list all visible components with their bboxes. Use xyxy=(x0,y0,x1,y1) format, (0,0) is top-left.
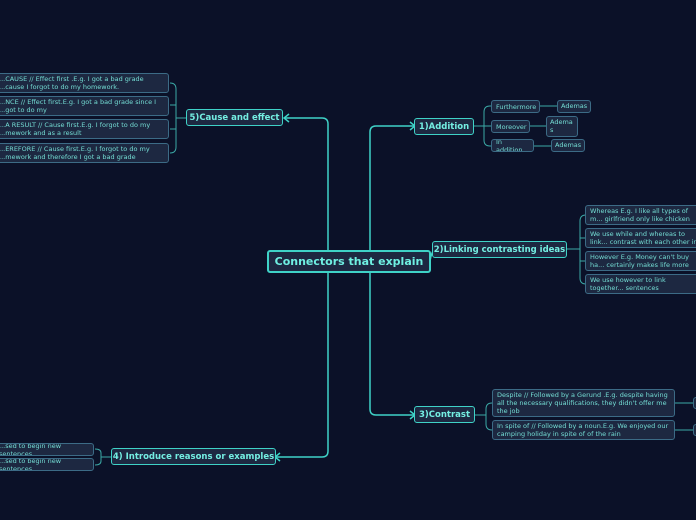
cause-item-since[interactable]: ...NCE // Effect first.E.g. I got a bad … xyxy=(0,96,169,116)
branch-linking-contrasting-ideas[interactable]: 2)Linking contrasting ideas xyxy=(432,241,567,258)
link-central-cause xyxy=(285,117,329,250)
linking-item-while-whereas[interactable]: We use while and whereas to link... cont… xyxy=(585,228,696,248)
addition-leaf-ademas-1[interactable]: Ademas xyxy=(557,100,591,113)
linking-item-however-example[interactable]: However E.g. Money can't buy ha... certa… xyxy=(585,251,696,271)
addition-item-moreover[interactable]: Moreover xyxy=(491,120,530,133)
addition-item-in-addition[interactable]: In addition xyxy=(491,139,534,152)
linking-item-however-usage[interactable]: We use however to link together... sente… xyxy=(585,274,696,294)
reasons-item-1-text: ...sed to begin new sentences xyxy=(0,443,62,456)
addition-item-furthermore[interactable]: Furthermore xyxy=(491,100,540,113)
reasons-item-1[interactable]: ...sed to begin new sentences xyxy=(0,443,94,456)
central-topic[interactable]: Connectors that explain xyxy=(267,250,431,273)
reasons-item-2[interactable]: ...sed to begin new sentences xyxy=(0,458,94,471)
branch-addition[interactable]: 1)Addition xyxy=(414,118,474,135)
link-central-reasons xyxy=(276,272,329,458)
cause-item-because[interactable]: ...CAUSE // Effect first .E.g. I got a b… xyxy=(0,73,169,93)
cause-item-therefore[interactable]: ...EREFORE // Cause first.E.g. I forgot … xyxy=(0,143,169,163)
branch-cause-and-effect[interactable]: 5)Cause and effect xyxy=(186,109,283,126)
contrast-item-despite[interactable]: Despite // Followed by a Gerund .E.g. de… xyxy=(492,389,675,417)
addition-leaf-ademas-3[interactable]: Ademas xyxy=(551,139,585,152)
linking-item-whereas[interactable]: Whereas E.g. I like all types of m... gi… xyxy=(585,205,696,225)
reasons-item-2-text: ...sed to begin new sentences xyxy=(0,458,62,471)
cause-item-as-a-result[interactable]: ...A RESULT // Cause first.E.g. I forgot… xyxy=(0,119,169,139)
link-central-addition xyxy=(369,125,414,250)
branch-introduce-reasons[interactable]: 4) Introduce reasons or examples xyxy=(111,448,276,465)
branch-contrast[interactable]: 3)Contrast xyxy=(414,406,475,423)
link-central-contrast xyxy=(369,272,414,416)
contrast-item-in-spite-of[interactable]: In spite of // Followed by a noun.E.g. W… xyxy=(492,420,675,440)
addition-leaf-ademas-2[interactable]: Adema s xyxy=(546,116,578,137)
